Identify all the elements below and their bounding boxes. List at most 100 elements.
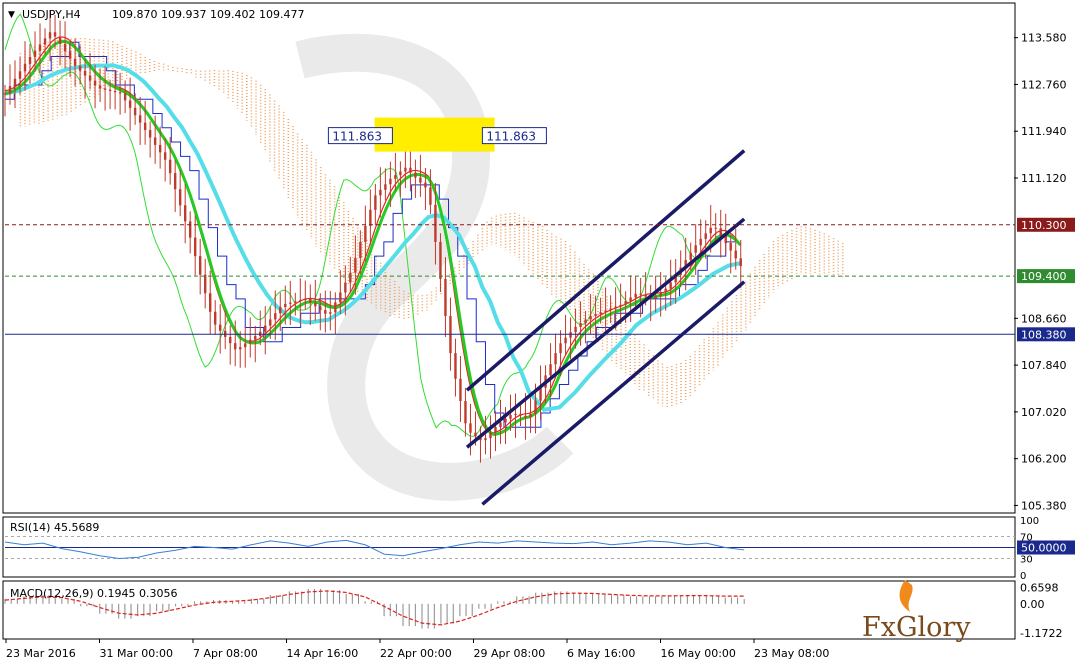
price-candle-body	[254, 336, 257, 340]
price-candle-body	[43, 38, 47, 45]
price-candle-body	[108, 89, 112, 92]
price-candle-body	[359, 241, 362, 259]
price-candle-body	[494, 426, 497, 433]
price-candle-body	[634, 293, 637, 298]
header-arrow-icon[interactable]: ▼	[8, 10, 15, 20]
price-candle-body	[98, 85, 102, 89]
x-tick-label: 6 May 16:00	[567, 647, 635, 660]
price-candle-body	[384, 184, 387, 190]
price-candle-body	[183, 205, 187, 222]
rsi-tick-label: 100	[1020, 516, 1039, 527]
y-tick-label: 106.200	[1021, 453, 1067, 466]
price-candle-body	[694, 245, 697, 253]
price-candle-body	[714, 227, 717, 229]
price-candle-body	[614, 306, 617, 309]
y-tick-label: 111.940	[1021, 125, 1067, 138]
price-candle-body	[274, 313, 277, 320]
macd-tick-label: -1.1722	[1020, 627, 1062, 640]
price-candle-body	[264, 325, 267, 332]
macd-tick-label: 0.6598	[1020, 581, 1059, 594]
price-candle-body	[509, 415, 512, 419]
price-candle-body	[53, 32, 57, 37]
y-tick-label: 107.020	[1021, 406, 1067, 419]
price-candle-body	[309, 298, 312, 303]
price-candle-body	[414, 172, 417, 178]
price-candle-body	[519, 413, 522, 416]
price-candle-body	[193, 237, 197, 257]
price-candle-body	[484, 438, 487, 441]
price-candle-body	[13, 78, 17, 87]
price-candle-body	[499, 422, 502, 427]
price-candle-body	[294, 301, 297, 303]
price-candle-body	[319, 306, 322, 311]
price-candle-body	[584, 319, 587, 324]
macd-tick-label: 0.00	[1020, 598, 1045, 611]
price-candle-body	[459, 378, 462, 402]
price-candle-body	[28, 56, 32, 64]
chart-symbol: USDJPY,H4	[22, 8, 81, 21]
price-panel[interactable]	[2, 2, 1016, 514]
price-candle-body	[339, 292, 342, 303]
price-candle-body	[58, 36, 62, 44]
price-candle-body	[419, 177, 422, 183]
price-candle-body	[364, 225, 367, 242]
price-candle-body	[214, 311, 217, 325]
price-candle-body	[38, 44, 42, 51]
price-candle-body	[534, 400, 537, 414]
price-candle-body	[699, 238, 702, 246]
price-candle-body	[334, 302, 337, 313]
x-tick-label: 22 Apr 00:00	[380, 647, 452, 660]
price-candle-body	[529, 413, 532, 418]
price-candle-body	[143, 122, 147, 131]
price-candle-body	[574, 326, 577, 333]
price-candle-body	[113, 91, 117, 93]
price-candle-body	[369, 209, 372, 226]
price-candle-body	[589, 315, 592, 320]
price-candle-body	[234, 343, 237, 350]
price-candle-body	[18, 71, 22, 79]
price-candle-body	[469, 423, 472, 433]
price-candle-body	[163, 152, 167, 160]
y-tick-label: 112.760	[1021, 78, 1067, 91]
price-candle-body	[229, 336, 232, 344]
price-candle-body	[23, 63, 27, 72]
price-candle-body	[379, 189, 382, 196]
price-candle-body	[88, 75, 92, 81]
price-candle-body	[239, 347, 242, 350]
price-candle-body	[429, 187, 432, 205]
price-candle-body	[639, 293, 642, 295]
rsi-tick-label: 30	[1020, 555, 1033, 566]
price-candle-body	[524, 415, 527, 418]
price-candle-body	[474, 432, 477, 437]
price-candle-body	[63, 43, 67, 52]
level-price-label: 108.380	[1021, 328, 1067, 341]
rsi-tick-label: 0	[1020, 571, 1026, 582]
price-candle-body	[579, 323, 582, 327]
price-candle-body	[719, 228, 722, 236]
level-price-label: 110.300	[1021, 219, 1067, 232]
price-candle-body	[654, 296, 657, 299]
price-candle-body	[123, 93, 127, 101]
price-candle-body	[93, 80, 97, 86]
price-candle-body	[729, 243, 732, 251]
price-candle-body	[103, 88, 107, 90]
x-tick-label: 7 Apr 08:00	[193, 647, 258, 660]
macd-title: MACD(12,26,9) 0.1945 0.3056	[10, 587, 178, 600]
price-candle-body	[249, 339, 252, 344]
price-candle-body	[669, 282, 672, 289]
price-candle-body	[394, 175, 397, 179]
price-candle-body	[734, 250, 737, 259]
x-tick-label: 29 Apr 08:00	[474, 647, 546, 660]
price-candle-body	[354, 258, 357, 273]
price-candle-body	[133, 107, 137, 116]
price-candle-body	[314, 302, 317, 307]
price-candle-body	[3, 93, 7, 95]
price-candle-body	[504, 418, 507, 423]
price-candle-body	[409, 167, 412, 173]
price-candle-body	[609, 308, 612, 311]
y-tick-label: 105.380	[1021, 499, 1067, 512]
price-candle-body	[489, 432, 492, 439]
price-candle-body	[48, 32, 52, 39]
price-candle-body	[304, 298, 307, 301]
price-candle-body	[374, 195, 377, 210]
